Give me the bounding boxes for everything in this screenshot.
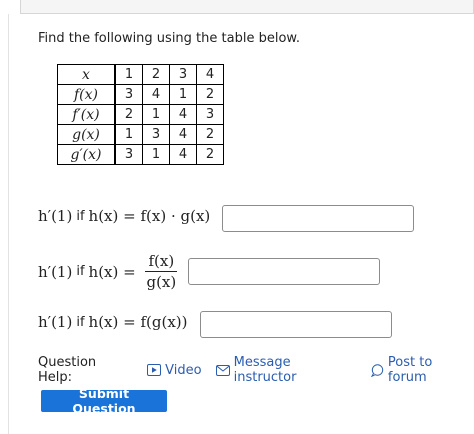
table-cell: 1 <box>142 144 170 165</box>
table-row: g′(x) 3 1 4 2 <box>57 144 224 165</box>
video-link[interactable]: Video <box>147 362 202 378</box>
post-to-forum-link[interactable]: Post to forum <box>370 355 474 385</box>
function-definition: h(x) = <box>88 313 141 331</box>
table-cell: 1 <box>169 84 197 105</box>
table-cell: 4 <box>169 124 197 145</box>
message-instructor-label: Message instructor <box>233 355 297 385</box>
table-cell: 1 <box>142 104 170 125</box>
question-2: h′(1) if h(x) = f(x) g(x) <box>38 252 182 291</box>
envelope-icon <box>215 364 230 376</box>
message-instructor-link[interactable]: Message instructor <box>215 355 356 385</box>
fraction: f(x) g(x) <box>143 252 179 291</box>
table-cell: 3 <box>142 124 170 145</box>
table-row: f(x) 3 4 1 2 <box>57 84 224 105</box>
table-cell: 4 <box>169 104 197 125</box>
video-icon <box>147 364 162 376</box>
question-3: h′(1) if h(x) = f(g(x)) <box>38 313 188 331</box>
row-header: g′(x) <box>57 144 116 165</box>
table-cell: 2 <box>196 144 224 165</box>
row-header: x <box>57 64 116 85</box>
table-cell: 1 <box>114 64 143 85</box>
speech-bubble-icon <box>370 363 384 377</box>
table-cell: 2 <box>196 84 224 105</box>
left-divider <box>8 14 9 434</box>
instructions-text: Find the following using the table below… <box>38 31 300 46</box>
table-cell: 2 <box>142 64 170 85</box>
question-lhs: h′(1) <box>38 207 73 225</box>
question-1: h′(1) if h(x) = f(x) · g(x) <box>38 207 210 225</box>
row-header: f(x) <box>57 84 116 105</box>
question-help: Question Help: Video Message instructor … <box>38 355 474 385</box>
post-to-forum-label: Post to forum <box>387 355 433 385</box>
answer-input-1[interactable] <box>222 205 414 232</box>
question-help-label: Question Help: <box>38 355 97 385</box>
table-cell: 3 <box>114 144 143 165</box>
table-cell: 4 <box>196 64 224 85</box>
table-row: x 1 2 3 4 <box>57 64 224 85</box>
table-cell: 2 <box>196 124 224 145</box>
submit-question-button[interactable]: Submit Question <box>41 386 167 416</box>
if-word: if <box>76 208 85 224</box>
question-lhs: h′(1) <box>38 313 73 331</box>
table-row: f′(x) 2 1 4 3 <box>57 104 224 125</box>
if-word: if <box>76 314 85 330</box>
row-header: f′(x) <box>57 104 116 125</box>
table-cell: 1 <box>114 124 143 145</box>
if-word: if <box>76 264 85 279</box>
fraction-numerator: f(x) <box>145 252 178 272</box>
table-cell: 3 <box>114 84 143 105</box>
function-expression: f(x) · g(x) <box>140 207 211 225</box>
answer-input-3[interactable] <box>200 311 392 338</box>
answer-input-2[interactable] <box>188 258 380 285</box>
question-lhs: h′(1) <box>38 262 73 281</box>
table-cell: 4 <box>169 144 197 165</box>
table-cell: 4 <box>142 84 170 105</box>
video-link-label: Video <box>165 362 202 378</box>
function-definition: h(x) = <box>88 207 141 225</box>
function-expression: f(g(x)) <box>140 313 188 331</box>
top-panel-edge <box>20 0 474 14</box>
table-cell: 3 <box>196 104 224 125</box>
table-cell: 2 <box>114 104 143 125</box>
row-header: g(x) <box>57 124 116 145</box>
fraction-denominator: g(x) <box>146 273 177 291</box>
table-cell: 3 <box>169 64 197 85</box>
values-table: x 1 2 3 4 f(x) 3 4 1 2 f′(x) 2 1 4 3 g(x… <box>57 64 224 165</box>
table-row: g(x) 1 3 4 2 <box>57 124 224 145</box>
function-definition: h(x) = <box>88 262 141 281</box>
